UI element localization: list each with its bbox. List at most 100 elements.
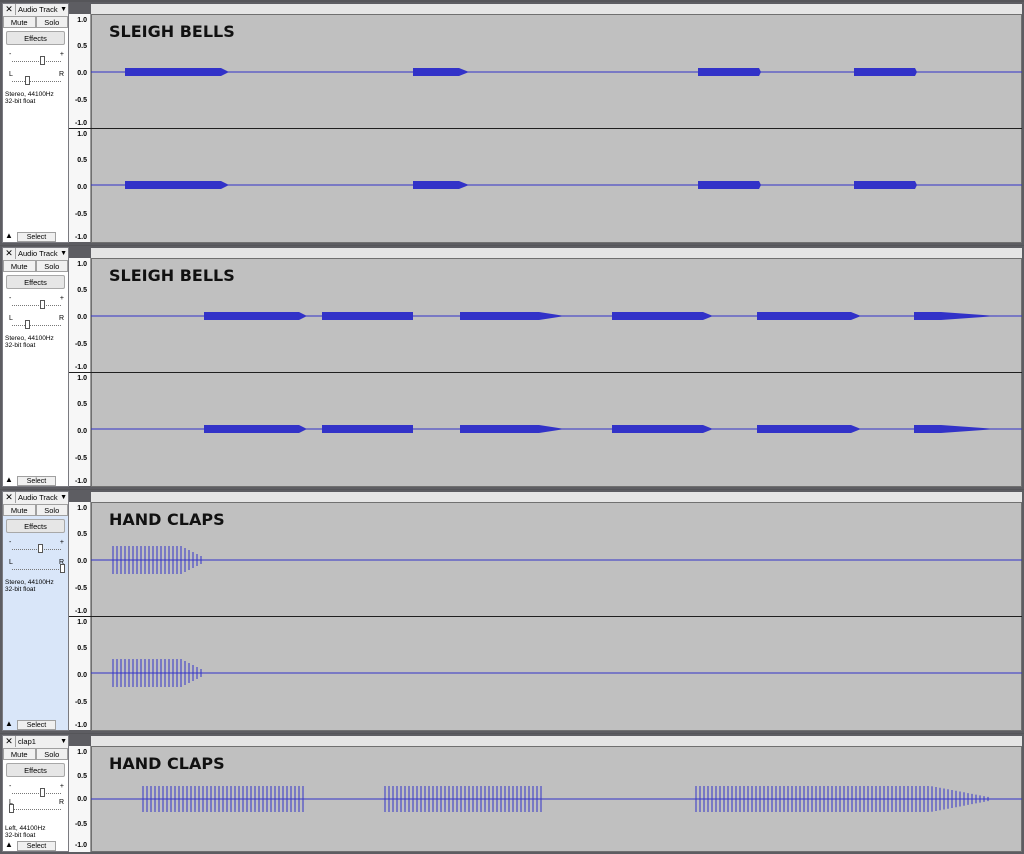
pan-slider[interactable]: L R	[9, 559, 65, 575]
format-bitdepth: 32-bit float	[5, 342, 36, 349]
mute-button[interactable]: Mute	[3, 16, 36, 28]
pan-slider[interactable]: L R	[9, 71, 64, 87]
format-bitdepth: 32-bit float	[5, 98, 36, 105]
track-name-menu[interactable]: Audio Track	[18, 492, 58, 504]
clip-label: SLEIGH BELLS	[109, 266, 235, 285]
collapse-arrow-icon[interactable]: ▲	[5, 840, 13, 850]
track-format-info: Left, 44100Hz 32-bit float	[5, 825, 45, 839]
ruler-tick: 1.0	[77, 505, 87, 512]
pan-slider-thumb[interactable]	[9, 804, 14, 813]
format-bitdepth: 32-bit float	[5, 586, 36, 593]
ruler-tick: -0.5	[74, 211, 87, 218]
ruler-tick: -0.5	[74, 699, 87, 706]
ruler-tick: 1.0	[77, 375, 87, 382]
ruler-tick: 1.0	[77, 17, 87, 24]
track-name-menu[interactable]: clap1	[18, 736, 36, 748]
ruler-tick: 0.5	[77, 157, 87, 164]
effects-button[interactable]: Effects	[6, 31, 65, 45]
ruler-tick: -0.5	[74, 455, 87, 462]
pan-slider[interactable]: L R	[9, 315, 64, 331]
clip-header[interactable]	[91, 492, 1022, 502]
pan-left-label: L	[9, 71, 13, 78]
ruler-tick: 0.0	[77, 428, 87, 435]
mute-button[interactable]: Mute	[3, 748, 36, 760]
effects-button[interactable]: Effects	[6, 763, 65, 777]
track-control-panel: ✕ clap1 ▼ Mute Solo Effects - + L R Left…	[2, 735, 69, 852]
close-icon[interactable]: ✕	[3, 736, 16, 747]
solo-button[interactable]: Solo	[35, 16, 68, 28]
collapse-arrow-icon[interactable]: ▲	[5, 231, 13, 241]
effects-button[interactable]: Effects	[6, 275, 65, 289]
track-format-info: Stereo, 44100Hz 32-bit float	[5, 91, 54, 105]
ruler-tick: 1.0	[77, 749, 87, 756]
track-control-panel: ✕ Audio Track ▼ Mute Solo Effects - + L …	[2, 3, 69, 243]
ruler-tick: -1.0	[74, 722, 87, 729]
ruler-tick: 1.0	[77, 131, 87, 138]
ruler-tick: 0.5	[77, 287, 87, 294]
pan-right-label: R	[58, 71, 64, 78]
ruler-tick: 0.5	[77, 645, 87, 652]
solo-button[interactable]: Solo	[35, 748, 68, 760]
audio-track-3: ✕ Audio Track ▼ Mute Solo Effects - + L …	[0, 490, 1024, 733]
dropdown-arrow-icon[interactable]: ▼	[60, 492, 67, 504]
waveform-display	[91, 546, 1022, 687]
close-icon[interactable]: ✕	[3, 4, 16, 15]
select-button[interactable]: Select	[17, 841, 56, 851]
ruler-tick: -1.0	[74, 364, 87, 371]
ruler-tick: 0.0	[77, 184, 87, 191]
pan-left-label: L	[9, 315, 13, 322]
collapse-arrow-icon[interactable]: ▲	[5, 475, 13, 485]
gain-minus-label: -	[9, 539, 12, 546]
gain-slider-thumb[interactable]	[40, 788, 45, 797]
format-rate: Stereo, 44100Hz	[5, 335, 54, 342]
gain-slider-thumb[interactable]	[40, 300, 45, 309]
gain-slider[interactable]: - +	[9, 51, 64, 67]
mute-button[interactable]: Mute	[3, 260, 36, 272]
gain-plus-label: +	[59, 295, 64, 302]
ruler-tick: 0.5	[77, 43, 87, 50]
pan-slider[interactable]: L R	[9, 799, 64, 815]
gain-slider-thumb[interactable]	[38, 544, 43, 553]
gain-plus-label: +	[59, 51, 64, 58]
pan-slider-thumb[interactable]	[25, 320, 30, 329]
format-rate: Stereo, 44100Hz	[5, 91, 54, 98]
effects-button[interactable]: Effects	[6, 519, 65, 533]
dropdown-arrow-icon[interactable]: ▼	[60, 248, 67, 260]
ruler-tick: 1.0	[77, 619, 87, 626]
format-rate: Stereo, 44100Hz	[5, 579, 54, 586]
ruler-tick: -1.0	[74, 842, 87, 849]
track-format-info: Stereo, 44100Hz 32-bit float	[5, 579, 54, 593]
solo-button[interactable]: Solo	[35, 504, 68, 516]
mute-button[interactable]: Mute	[3, 504, 36, 516]
select-button[interactable]: Select	[17, 232, 56, 242]
gain-slider[interactable]: - +	[9, 295, 64, 311]
audio-track-2: ✕ Audio Track ▼ Mute Solo Effects - + L …	[0, 246, 1024, 489]
ruler-tick: 0.5	[77, 531, 87, 538]
track-name-menu[interactable]: Audio Track	[18, 4, 58, 16]
ruler-tick: -1.0	[74, 608, 87, 615]
gain-slider-thumb[interactable]	[40, 56, 45, 65]
pan-slider-thumb[interactable]	[60, 564, 65, 573]
solo-button[interactable]: Solo	[35, 260, 68, 272]
ruler-tick: 0.0	[77, 70, 87, 77]
track-name-menu[interactable]: Audio Track	[18, 248, 58, 260]
format-rate: Left, 44100Hz	[5, 825, 46, 832]
audio-track-4: ✕ clap1 ▼ Mute Solo Effects - + L R Left…	[0, 734, 1024, 854]
ruler-tick: -0.5	[74, 341, 87, 348]
dropdown-arrow-icon[interactable]: ▼	[60, 4, 67, 16]
collapse-arrow-icon[interactable]: ▲	[5, 719, 13, 729]
clip-header[interactable]	[91, 736, 1022, 746]
gain-slider[interactable]: - +	[9, 783, 64, 799]
select-button[interactable]: Select	[17, 720, 56, 730]
gain-slider[interactable]: - +	[9, 539, 64, 555]
close-icon[interactable]: ✕	[3, 248, 16, 259]
waveform-display	[91, 312, 1022, 433]
select-button[interactable]: Select	[17, 476, 56, 486]
clip-header[interactable]	[91, 248, 1022, 258]
pan-left-label: L	[9, 559, 13, 566]
close-icon[interactable]: ✕	[3, 492, 16, 503]
pan-slider-thumb[interactable]	[25, 76, 30, 85]
clip-header[interactable]	[91, 4, 1022, 14]
ruler-tick: 0.0	[77, 558, 87, 565]
dropdown-arrow-icon[interactable]: ▼	[60, 736, 67, 748]
